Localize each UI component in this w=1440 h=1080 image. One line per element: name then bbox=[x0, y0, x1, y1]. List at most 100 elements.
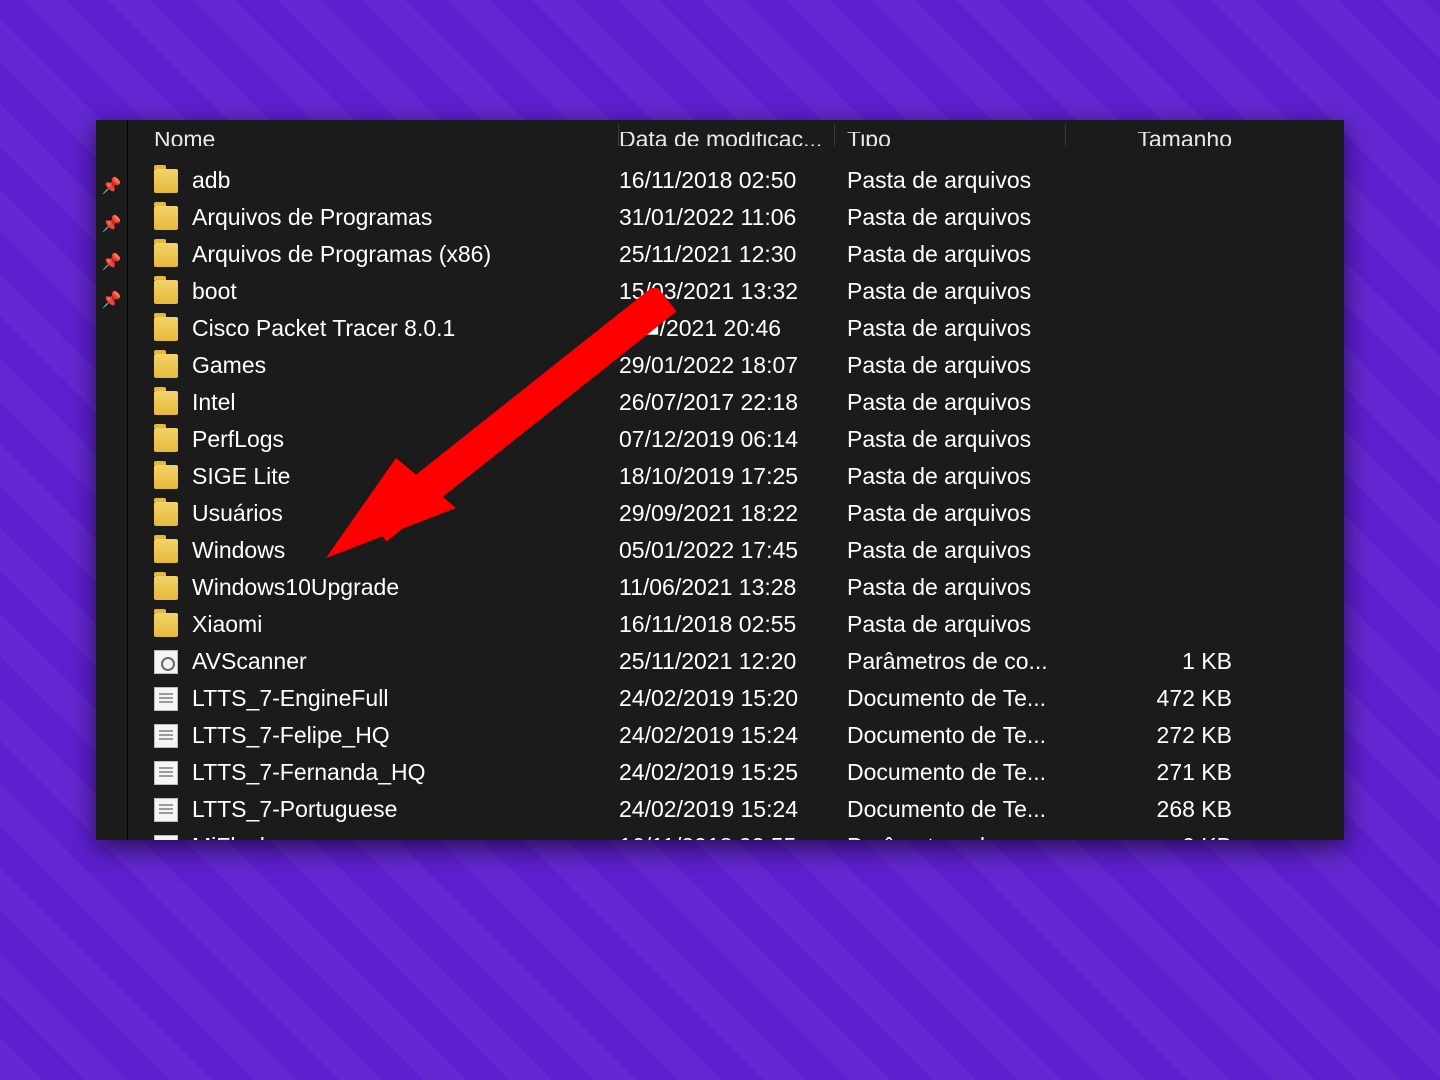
column-header-date[interactable]: Data de modificaç... bbox=[619, 132, 834, 146]
file-list: adb16/11/2018 02:50Pasta de arquivosArqu… bbox=[128, 146, 1344, 840]
file-explorer-window: 📌 📌 📌 📌 Nome Data de modificaç... Tipo T… bbox=[96, 120, 1344, 840]
folder-icon bbox=[154, 391, 178, 415]
file-name-label: adb bbox=[192, 167, 230, 194]
file-date-label: 31/01/2022 11:06 bbox=[619, 204, 834, 231]
file-date-label: 18/10/2019 17:25 bbox=[619, 463, 834, 490]
file-row[interactable]: SIGE Lite 18/10/2019 17:25Pasta de arquiv… bbox=[128, 458, 1344, 495]
file-name-label: Intel bbox=[192, 389, 235, 416]
file-row[interactable]: LTTS_7-Felipe_HQ 24/02/2019 15:24Document… bbox=[128, 717, 1344, 754]
file-row[interactable]: Games 29/01/2022 18:07Pasta de arquivos bbox=[128, 347, 1344, 384]
file-name-label: Xiaomi bbox=[192, 611, 262, 638]
file-size-label: 0 KB bbox=[1066, 833, 1266, 840]
file-row[interactable]: LTTS_7-Fernanda_HQ 24/02/2019 15:25Docume… bbox=[128, 754, 1344, 791]
file-name-label: Games bbox=[192, 352, 266, 379]
file-type-label: Pasta de arquivos bbox=[835, 241, 1065, 268]
file-row[interactable]: Arquivos de Programas31/01/2022 11:06Pas… bbox=[128, 199, 1344, 236]
file-type-label: Pasta de arquivos bbox=[835, 611, 1065, 638]
file-size-label: 271 KB bbox=[1066, 759, 1266, 786]
text-file-icon bbox=[154, 687, 178, 711]
file-name-label: PerfLogs bbox=[192, 426, 284, 453]
file-type-label: Pasta de arquivos bbox=[835, 500, 1065, 527]
folder-icon bbox=[154, 243, 178, 267]
file-row[interactable]: AVScanner 25/11/2021 12:20Parâmetros de c… bbox=[128, 643, 1344, 680]
file-size-label: 268 KB bbox=[1066, 796, 1266, 823]
file-date-label: 15/03/2021 13:32 bbox=[619, 278, 834, 305]
file-type-label: Documento de Te... bbox=[835, 796, 1065, 823]
file-type-label: Documento de Te... bbox=[835, 685, 1065, 712]
file-type-label: Pasta de arquivos bbox=[835, 389, 1065, 416]
config-file-icon bbox=[154, 835, 178, 841]
file-type-label: Pasta de arquivos bbox=[835, 352, 1065, 379]
file-type-label: Pasta de arquivos bbox=[835, 426, 1065, 453]
quick-access-sidebar: 📌 📌 📌 📌 bbox=[96, 120, 128, 840]
folder-icon bbox=[154, 465, 178, 489]
file-date-label: 05/01/2022 17:45 bbox=[619, 537, 834, 564]
pin-icon[interactable]: 📌 bbox=[96, 206, 127, 244]
folder-icon bbox=[154, 613, 178, 637]
file-row[interactable]: Usuários 29/09/2021 18:22Pasta de arquivo… bbox=[128, 495, 1344, 532]
file-date-label: 1■■/2021 20:46 bbox=[619, 315, 834, 342]
file-type-label: Pasta de arquivos bbox=[835, 463, 1065, 490]
file-row[interactable]: Intel 26/07/2017 22:18Pasta de arquivos bbox=[128, 384, 1344, 421]
file-date-label: 16/11/2018 02:55 bbox=[619, 833, 834, 840]
folder-icon bbox=[154, 354, 178, 378]
file-date-label: 16/11/2018 02:55 bbox=[619, 611, 834, 638]
file-name-label: LTTS_7-Fernanda_HQ bbox=[192, 759, 426, 786]
file-name-label: AVScanner bbox=[192, 648, 307, 675]
text-file-icon bbox=[154, 761, 178, 785]
pin-icon[interactable]: 📌 bbox=[96, 168, 127, 206]
folder-icon bbox=[154, 502, 178, 526]
file-date-label: 29/09/2021 18:22 bbox=[619, 500, 834, 527]
file-row[interactable]: MiFlashvcom16/11/2018 02:55Parâmetros de… bbox=[128, 828, 1344, 840]
file-date-label: 24/02/2019 15:25 bbox=[619, 759, 834, 786]
file-date-label: 16/11/2018 02:50 bbox=[619, 167, 834, 194]
file-row[interactable]: LTTS_7-Portuguese24/02/2019 15:24Documen… bbox=[128, 791, 1344, 828]
folder-icon bbox=[154, 169, 178, 193]
file-name-label: Arquivos de Programas bbox=[192, 204, 432, 231]
file-row[interactable]: adb16/11/2018 02:50Pasta de arquivos bbox=[128, 162, 1344, 199]
file-date-label: 24/02/2019 15:24 bbox=[619, 722, 834, 749]
column-header-row: Nome Data de modificaç... Tipo Tamanho bbox=[128, 120, 1344, 146]
column-header-name[interactable]: Nome bbox=[128, 132, 618, 146]
pin-icon[interactable]: 📌 bbox=[96, 282, 127, 320]
file-name-label: SIGE Lite bbox=[192, 463, 290, 490]
file-date-label: 25/11/2021 12:20 bbox=[619, 648, 834, 675]
file-row[interactable]: Xiaomi 16/11/2018 02:55Pasta de arquivos bbox=[128, 606, 1344, 643]
file-row[interactable]: boot15/03/2021 13:32Pasta de arquivos bbox=[128, 273, 1344, 310]
file-type-label: Pasta de arquivos bbox=[835, 537, 1065, 564]
file-row[interactable]: LTTS_7-EngineFull 24/02/2019 15:20Documen… bbox=[128, 680, 1344, 717]
file-name-label: LTTS_7-Portuguese bbox=[192, 796, 397, 823]
file-row[interactable]: PerfLogs 07/12/2019 06:14Pasta de arquivo… bbox=[128, 421, 1344, 458]
file-date-label: 26/07/2017 22:18 bbox=[619, 389, 834, 416]
file-name-label: LTTS_7-EngineFull bbox=[192, 685, 388, 712]
column-header-size[interactable]: Tamanho bbox=[1066, 132, 1266, 146]
file-size-label: 272 KB bbox=[1066, 722, 1266, 749]
column-header-type[interactable]: Tipo bbox=[835, 132, 1065, 146]
file-type-label: Pasta de arquivos bbox=[835, 278, 1065, 305]
file-list-panel: Nome Data de modificaç... Tipo Tamanho a… bbox=[128, 120, 1344, 840]
text-file-icon bbox=[154, 798, 178, 822]
folder-icon bbox=[154, 428, 178, 452]
file-name-label: Cisco Packet Tracer 8.0.1 bbox=[192, 315, 455, 342]
file-date-label: 24/02/2019 15:20 bbox=[619, 685, 834, 712]
file-date-label: 07/12/2019 06:14 bbox=[619, 426, 834, 453]
file-date-label: 29/01/2022 18:07 bbox=[619, 352, 834, 379]
folder-icon bbox=[154, 206, 178, 230]
file-row[interactable]: Cisco Packet Tracer 8.0.11■■/2021 20:46P… bbox=[128, 310, 1344, 347]
file-row[interactable]: Windows10Upgrade11/06/2021 13:28Pasta de… bbox=[128, 569, 1344, 606]
file-type-label: Parâmetros de co... bbox=[835, 833, 1065, 840]
pin-icon[interactable]: 📌 bbox=[96, 244, 127, 282]
file-name-label: LTTS_7-Felipe_HQ bbox=[192, 722, 390, 749]
file-size-label: 472 KB bbox=[1066, 685, 1266, 712]
folder-icon bbox=[154, 539, 178, 563]
file-type-label: Parâmetros de co... bbox=[835, 648, 1065, 675]
text-file-icon bbox=[154, 724, 178, 748]
file-row[interactable]: Windows05/01/2022 17:45Pasta de arquivos bbox=[128, 532, 1344, 569]
file-row[interactable]: Arquivos de Programas (x86)25/11/2021 12… bbox=[128, 236, 1344, 273]
file-date-label: 25/11/2021 12:30 bbox=[619, 241, 834, 268]
file-type-label: Documento de Te... bbox=[835, 759, 1065, 786]
folder-icon bbox=[154, 576, 178, 600]
file-type-label: Pasta de arquivos bbox=[835, 574, 1065, 601]
file-name-label: Usuários bbox=[192, 500, 283, 527]
file-type-label: Documento de Te... bbox=[835, 722, 1065, 749]
